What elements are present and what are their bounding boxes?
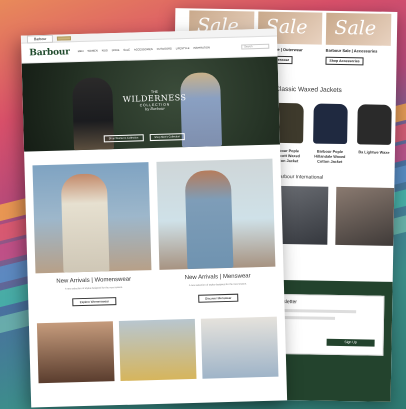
jacket-card[interactable]: Ba Lightwe Waxe: [357, 104, 392, 166]
sale-word: Sale: [334, 16, 377, 40]
sale-tile[interactable]: Sale: [326, 12, 392, 46]
nav-item[interactable]: Lifestyle: [176, 47, 190, 50]
sale-caption-text: Barbour Sale | Accessories: [325, 47, 378, 54]
nav-item[interactable]: Outdoors: [157, 47, 172, 50]
explore-womenswear-button[interactable]: Explore Womenswear: [72, 297, 117, 307]
discover-menswear-button[interactable]: Discover Menswear: [198, 294, 239, 304]
tab-secondary[interactable]: [57, 35, 72, 41]
nav-item[interactable]: Women: [87, 50, 97, 53]
jacket-card[interactable]: Barbour Pople Hillandale Waxed Cotton Ja…: [313, 103, 348, 166]
shop-accessories-button[interactable]: Shop Accessories: [325, 56, 364, 66]
menswear-image: [156, 158, 276, 270]
newsletter-title: Newsletter: [273, 298, 297, 306]
nav-item[interactable]: Kids: [102, 49, 108, 52]
hero-script: by Barbour: [144, 106, 165, 112]
menswear-card[interactable]: New Arrivals | Menswear A new selection …: [156, 158, 276, 307]
search-input[interactable]: Search: [241, 43, 270, 50]
card-title: New Arrivals | Menswear: [184, 273, 251, 282]
new-arrivals-cards: New Arrivals | Womenswear A new selectio…: [24, 158, 284, 309]
jacket-label: Ba Lightwe Waxe: [358, 150, 390, 155]
tile-accessories[interactable]: [200, 317, 279, 380]
shop-men-button[interactable]: Shop Men's Collection: [149, 133, 186, 142]
front-page-mockup: Barbour Barbour Men Women Kids Dogs Sale…: [20, 28, 288, 408]
international-image[interactable]: [335, 186, 395, 246]
bottom-tiles: [29, 303, 287, 384]
tile-shoes[interactable]: [36, 321, 115, 384]
newsletter-text-line: [273, 308, 357, 314]
barbour-logo[interactable]: Barbour: [29, 47, 70, 58]
womenswear-card[interactable]: New Arrivals | Womenswear A new selectio…: [32, 162, 152, 310]
model-figure: [184, 169, 234, 270]
hero-title-block: THE WILDERNESS COLLECTION by Barbour: [122, 89, 187, 112]
womenswear-image: [32, 162, 152, 274]
nav-item[interactable]: Sale: [123, 49, 130, 52]
nav-item[interactable]: Accessories: [134, 48, 153, 52]
card-description: A new selection of styles designed for t…: [188, 282, 247, 288]
newsletter-signup-button[interactable]: Sign Up: [326, 338, 375, 347]
sale-caption: Barbour Sale | Accessories Shop Accessor…: [325, 48, 390, 66]
nav-item[interactable]: Inspiration: [193, 46, 209, 49]
card-title: New Arrivals | Womenswear: [56, 276, 132, 285]
card-description: A new selection of styles designed for t…: [64, 285, 123, 291]
nav-item[interactable]: Men: [78, 50, 84, 53]
hero-buttons: Shop Women's Collection Shop Men's Colle…: [103, 133, 186, 143]
tile-kids[interactable]: [118, 319, 197, 382]
nav-item[interactable]: Dogs: [112, 49, 120, 52]
jacket-image: [313, 103, 348, 145]
shop-women-button[interactable]: Shop Women's Collection: [103, 134, 144, 143]
model-figure: [60, 173, 110, 273]
tab-barbour[interactable]: Barbour: [26, 34, 54, 43]
jacket-label: Barbour Pople Hillandale Waxed Cotton Ja…: [314, 149, 346, 165]
hero-banner: THE WILDERNESS COLLECTION by Barbour Sho…: [21, 56, 280, 152]
main-nav: Men Women Kids Dogs Sale Accessories Out…: [78, 46, 234, 53]
jacket-image: [357, 104, 392, 145]
